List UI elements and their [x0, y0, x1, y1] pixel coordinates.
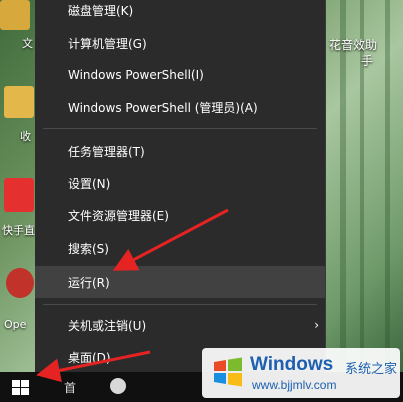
menu-item-label: 设置(N)	[68, 176, 111, 191]
menu-item-computer-management[interactable]: 计算机管理(G)	[35, 27, 325, 59]
watermark-subtitle: 系统之家	[345, 362, 398, 377]
menu-item-settings[interactable]: 设置(N)	[35, 167, 325, 199]
start-button[interactable]	[12, 380, 30, 395]
watermark-title: Windows	[250, 354, 334, 375]
kuaishou-app-icon[interactable]	[4, 178, 34, 212]
taskbar-app-icon[interactable]	[110, 378, 126, 394]
menu-item-label: 任务管理器(T)	[68, 144, 145, 159]
folder-icon[interactable]	[0, 0, 30, 30]
wallpaper-streak	[385, 0, 390, 362]
menu-item-label: 搜索(S)	[68, 241, 109, 256]
windows-flag-logo-icon	[214, 357, 242, 387]
winx-context-menu: 磁盘管理(K) 计算机管理(G) Windows PowerShell(I) W…	[35, 0, 326, 372]
menu-item-search[interactable]: 搜索(S)	[35, 232, 325, 264]
menu-item-disk-management[interactable]: 磁盘管理(K)	[35, 0, 325, 26]
menu-item-label: 关机或注销(U)	[68, 318, 147, 333]
menu-item-run[interactable]: 运行(R)	[35, 266, 325, 298]
watermark: Windows 系统之家 www.bjjmlv.com	[202, 348, 400, 398]
menu-item-label: Windows PowerShell(I)	[68, 68, 204, 82]
desktop-icon-label: 手	[361, 54, 374, 68]
folder-icon[interactable]	[4, 86, 34, 118]
menu-item-shutdown-signout[interactable]: 关机或注销(U) ›	[35, 309, 325, 341]
windows-logo-icon-part	[21, 388, 29, 395]
desktop-icon-label[interactable]: 花音效助	[329, 36, 377, 53]
menu-separator	[43, 304, 317, 305]
taskbar-text: 首	[64, 381, 77, 395]
menu-item-label: 磁盘管理(K)	[68, 3, 134, 18]
windows-logo-icon	[12, 380, 20, 387]
menu-separator	[43, 128, 317, 129]
menu-item-powershell-admin[interactable]: Windows PowerShell (管理员)(A)	[35, 91, 325, 123]
chevron-right-icon: ›	[314, 318, 319, 332]
menu-item-file-explorer[interactable]: 文件资源管理器(E)	[35, 199, 325, 231]
desktop-icon-label: 文	[22, 37, 33, 50]
menu-item-label: Windows PowerShell (管理员)(A)	[68, 100, 258, 115]
opera-app-icon[interactable]	[6, 268, 34, 298]
menu-item-task-manager[interactable]: 任务管理器(T)	[35, 135, 325, 167]
desktop-icon-label: Ope	[4, 318, 27, 331]
menu-item-label: 桌面(D)	[68, 350, 111, 365]
menu-item-label: 运行(R)	[68, 275, 110, 290]
desktop-icon-label: 快手直	[2, 224, 35, 237]
watermark-url: www.bjjmlv.com	[252, 378, 337, 392]
menu-item-label: 计算机管理(G)	[68, 36, 147, 51]
menu-item-powershell[interactable]: Windows PowerShell(I)	[35, 59, 325, 91]
wallpaper-streak	[340, 0, 346, 362]
windows-logo-icon-part	[12, 388, 20, 395]
windows-logo-icon-part	[21, 380, 29, 387]
menu-item-label: 文件资源管理器(E)	[68, 208, 169, 223]
desktop-icon-label: 收	[20, 130, 31, 143]
